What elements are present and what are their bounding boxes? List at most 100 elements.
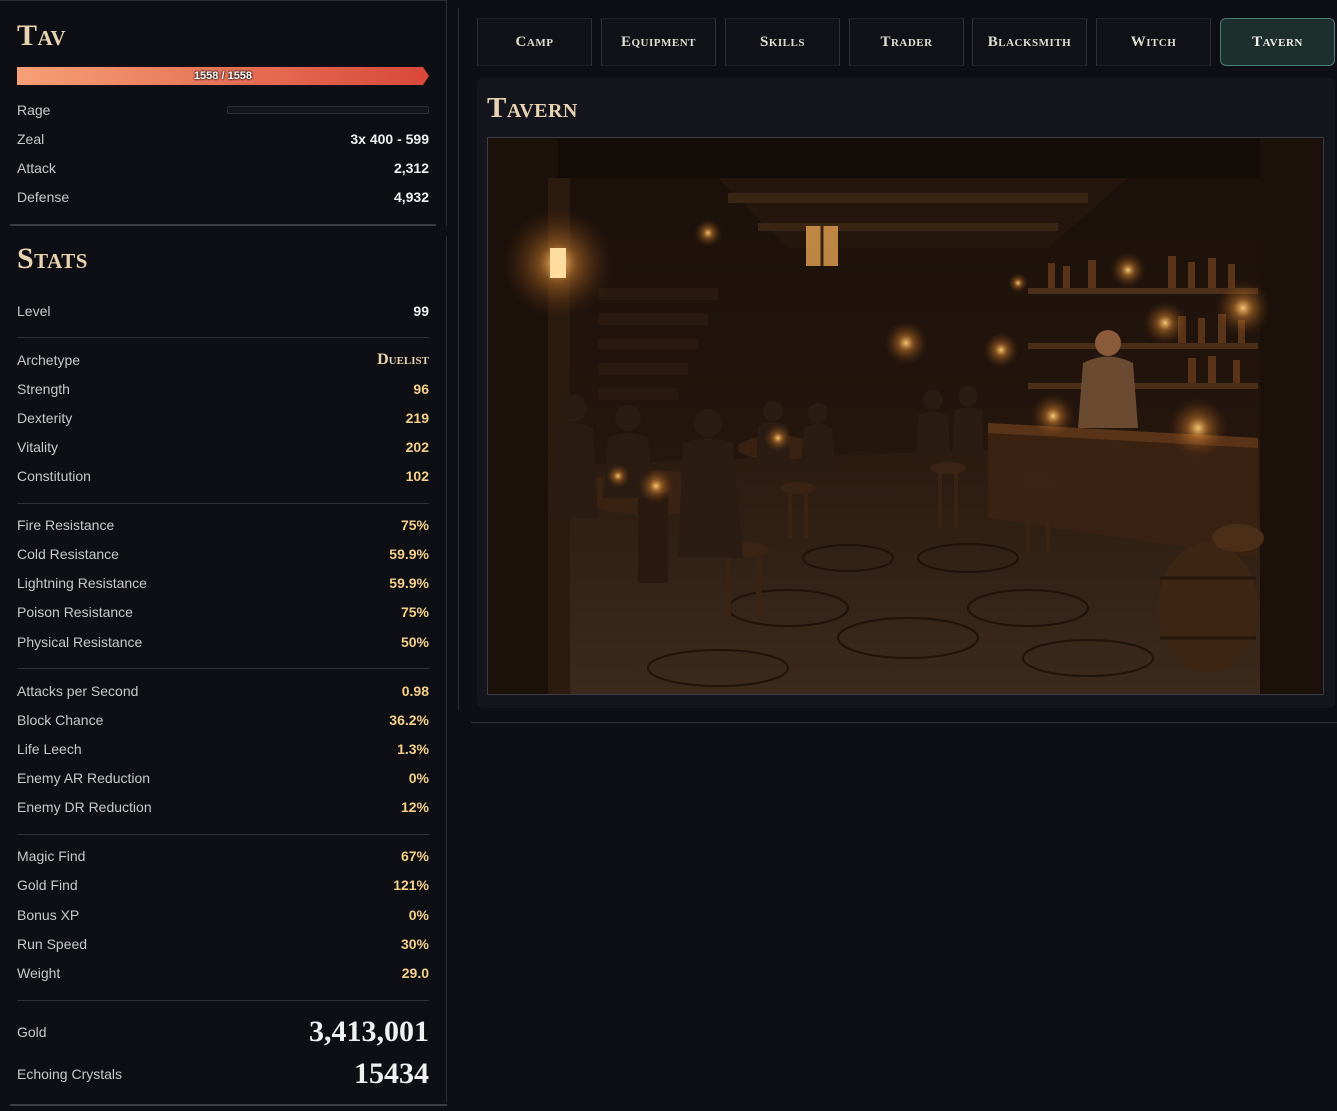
stat-label: Physical Resistance bbox=[17, 634, 143, 650]
zeal-label: Zeal bbox=[17, 131, 45, 147]
character-name: Tav bbox=[17, 19, 67, 52]
stat-fire-resistance: Fire Resistance 75% bbox=[17, 515, 429, 535]
divider bbox=[471, 722, 1337, 723]
stat-lightning-resistance: Lightning Resistance 59.9% bbox=[17, 573, 429, 593]
stat-value: 36.2% bbox=[389, 712, 429, 728]
stat-echoing-crystals: Echoing Crystals 15434 bbox=[17, 1057, 429, 1090]
crystals-amount: 15434 bbox=[354, 1057, 429, 1090]
stat-label: Attacks per Second bbox=[17, 683, 139, 699]
stat-constitution: Constitution 102 bbox=[17, 466, 429, 486]
stat-value: 219 bbox=[405, 410, 429, 426]
stat-value: 50% bbox=[400, 634, 429, 650]
attack-value: 2,312 bbox=[393, 160, 429, 176]
zeal-value: 3x 400 - 599 bbox=[350, 131, 429, 147]
panel-title: Tavern bbox=[487, 92, 578, 124]
stat-label: Archetype bbox=[17, 352, 81, 368]
stat-label: Run Speed bbox=[17, 936, 88, 952]
tab-bar: Camp Equipment Skills Trader Blacksmith … bbox=[477, 18, 1335, 66]
stats-title: Stats bbox=[17, 242, 88, 275]
defense-value: 4,932 bbox=[393, 189, 429, 205]
stat-label: Life Leech bbox=[17, 741, 82, 757]
tavern-scene-image bbox=[487, 137, 1324, 695]
stat-value: 30% bbox=[400, 936, 429, 952]
stat-magic-find: Magic Find 67% bbox=[17, 846, 429, 866]
stat-block-chance: Block Chance 36.2% bbox=[17, 710, 429, 730]
stat-label: Magic Find bbox=[17, 848, 86, 864]
stat-value: 75% bbox=[400, 604, 429, 620]
stat-value: 121% bbox=[393, 877, 429, 893]
stat-value: 59.9% bbox=[389, 546, 429, 562]
tab-skills[interactable]: Skills bbox=[725, 18, 840, 66]
stat-label: Vitality bbox=[17, 439, 58, 455]
health-text: 1558 / 1558 bbox=[193, 70, 253, 82]
divider bbox=[10, 1104, 447, 1106]
stat-gold: Gold 3,413,001 bbox=[17, 1015, 429, 1048]
divider bbox=[17, 1000, 429, 1001]
stat-life-leech: Life Leech 1.3% bbox=[17, 739, 429, 759]
tab-camp[interactable]: Camp bbox=[477, 18, 592, 66]
stat-label: Echoing Crystals bbox=[17, 1066, 123, 1082]
stat-label: Cold Resistance bbox=[17, 546, 119, 562]
rage-row: Rage bbox=[17, 100, 429, 120]
stat-label: Constitution bbox=[17, 468, 91, 484]
stat-gold-find: Gold Find 121% bbox=[17, 875, 429, 895]
tab-trader[interactable]: Trader bbox=[849, 18, 964, 66]
stat-physical-resistance: Physical Resistance 50% bbox=[17, 632, 429, 652]
stat-value: 102 bbox=[405, 468, 429, 484]
stat-value: 1.3% bbox=[397, 741, 429, 757]
divider bbox=[17, 337, 429, 338]
tab-blacksmith[interactable]: Blacksmith bbox=[972, 18, 1087, 66]
stat-dexterity: Dexterity 219 bbox=[17, 408, 429, 428]
stat-run-speed: Run Speed 30% bbox=[17, 934, 429, 954]
stat-label: Level bbox=[17, 303, 51, 319]
stat-value: 75% bbox=[400, 517, 429, 533]
main-panel: Camp Equipment Skills Trader Blacksmith … bbox=[458, 8, 1337, 711]
zeal-row: Zeal 3x 400 - 599 bbox=[17, 129, 429, 149]
defense-label: Defense bbox=[17, 189, 70, 205]
stat-value: Duelist bbox=[377, 351, 429, 368]
stat-label: Gold Find bbox=[17, 877, 78, 893]
stat-bonus-xp: Bonus XP 0% bbox=[17, 905, 429, 925]
divider bbox=[17, 668, 429, 669]
stat-label: Bonus XP bbox=[17, 907, 80, 923]
stat-label: Strength bbox=[17, 381, 70, 397]
stat-label: Enemy DR Reduction bbox=[17, 799, 152, 815]
stat-value: 0% bbox=[408, 770, 429, 786]
stat-label: Dexterity bbox=[17, 410, 73, 426]
stat-label: Fire Resistance bbox=[17, 517, 115, 533]
tab-tavern[interactable]: Tavern bbox=[1220, 18, 1335, 66]
tavern-illustration bbox=[488, 138, 1323, 694]
stat-enemy-dr-reduction: Enemy DR Reduction 12% bbox=[17, 797, 429, 817]
divider bbox=[17, 834, 429, 835]
stats-panel: Stats Level 99 Archetype Duelist Strengt… bbox=[10, 236, 447, 1102]
rage-bar bbox=[227, 106, 429, 114]
stat-value: 67% bbox=[400, 848, 429, 864]
tab-equipment[interactable]: Equipment bbox=[601, 18, 716, 66]
stat-value: 96 bbox=[413, 381, 429, 397]
health-bar: 1558 / 1558 bbox=[17, 67, 429, 85]
stat-value: 0% bbox=[408, 907, 429, 923]
character-panel: Tav 1558 / 1558 Rage Zeal 3x 400 - 599 A… bbox=[0, 0, 447, 226]
stat-label: Lightning Resistance bbox=[17, 575, 147, 591]
stat-value: 202 bbox=[405, 439, 429, 455]
stat-label: Weight bbox=[17, 965, 61, 981]
tavern-panel: Tavern bbox=[477, 78, 1335, 708]
stat-value: 59.9% bbox=[389, 575, 429, 591]
stat-value: 12% bbox=[400, 799, 429, 815]
defense-row: Defense 4,932 bbox=[17, 187, 429, 207]
stat-label: Poison Resistance bbox=[17, 604, 133, 620]
stat-vitality: Vitality 202 bbox=[17, 437, 429, 457]
stat-poison-resistance: Poison Resistance 75% bbox=[17, 602, 429, 622]
stat-value: 0.98 bbox=[401, 683, 429, 699]
stat-label: Enemy AR Reduction bbox=[17, 770, 151, 786]
stat-value: 29.0 bbox=[401, 965, 429, 981]
attack-label: Attack bbox=[17, 160, 56, 176]
stat-label: Block Chance bbox=[17, 712, 104, 728]
stat-cold-resistance: Cold Resistance 59.9% bbox=[17, 544, 429, 564]
gold-amount: 3,413,001 bbox=[309, 1015, 429, 1048]
stat-value: 99 bbox=[413, 303, 429, 319]
attack-row: Attack 2,312 bbox=[17, 158, 429, 178]
tab-witch[interactable]: Witch bbox=[1096, 18, 1211, 66]
stat-attacks-per-second: Attacks per Second 0.98 bbox=[17, 681, 429, 701]
stat-archetype: Archetype Duelist bbox=[17, 350, 429, 370]
